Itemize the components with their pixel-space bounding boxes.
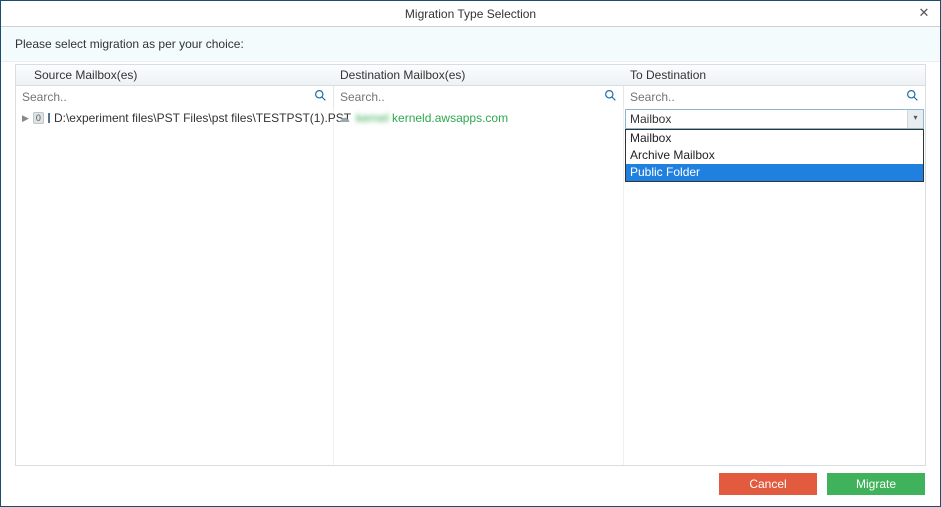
- item-count-badge: 0: [33, 112, 44, 124]
- search-icon[interactable]: [604, 89, 617, 105]
- window-title: Migration Type Selection: [405, 7, 536, 21]
- source-tree: ▶ 0 D:\experiment files\PST Files\pst fi…: [16, 108, 334, 465]
- close-icon: ✕: [919, 5, 930, 20]
- expand-icon[interactable]: ▶: [22, 113, 29, 124]
- search-icon[interactable]: [314, 89, 327, 105]
- chevron-down-icon: ▾: [913, 113, 917, 122]
- destination-domain-text: kerneld.awsapps.com: [392, 111, 508, 125]
- content-row: ▶ 0 D:\experiment files\PST Files\pst fi…: [15, 108, 926, 466]
- migrate-button[interactable]: Migrate: [827, 473, 925, 495]
- combobox-dropdown-button[interactable]: ▾: [907, 110, 923, 128]
- cancel-button[interactable]: Cancel: [719, 473, 817, 495]
- combobox-selected-value: Mailbox: [626, 112, 907, 126]
- to-destination-cell: Mailbox ▾ Mailbox Archive Mailbox Public…: [624, 108, 925, 465]
- combobox-dropdown-list: Mailbox Archive Mailbox Public Folder: [625, 129, 924, 182]
- search-row: [15, 86, 926, 108]
- dropdown-option-archive-mailbox[interactable]: Archive Mailbox: [626, 147, 923, 164]
- search-input-to-destination[interactable]: [624, 88, 925, 106]
- dropdown-option-public-folder[interactable]: Public Folder: [626, 164, 923, 181]
- to-destination-combobox[interactable]: Mailbox ▾: [625, 109, 924, 129]
- footer-buttons: Cancel Migrate: [719, 473, 925, 495]
- main-panel: Source Mailbox(es) Destination Mailbox(e…: [1, 62, 940, 466]
- search-cell-destination: [334, 86, 624, 108]
- prompt-text: Please select migration as per your choi…: [1, 27, 940, 62]
- column-header-destination: Destination Mailbox(es): [334, 68, 624, 82]
- search-cell-source: [16, 86, 334, 108]
- destination-list: ☁ kernel kerneld.awsapps.com: [334, 108, 624, 465]
- column-header-to-destination: To Destination: [624, 68, 925, 82]
- cloud-icon: ☁: [338, 111, 350, 125]
- source-tree-item[interactable]: ▶ 0 D:\experiment files\PST Files\pst fi…: [16, 108, 333, 128]
- dropdown-option-mailbox[interactable]: Mailbox: [626, 130, 923, 147]
- column-header-source: Source Mailbox(es): [16, 68, 334, 82]
- search-cell-to-destination: [624, 86, 925, 108]
- search-input-source[interactable]: [16, 88, 333, 106]
- destination-item[interactable]: ☁ kernel kerneld.awsapps.com: [334, 108, 623, 128]
- destination-blurred-text: kernel: [356, 111, 392, 125]
- pst-file-icon: [48, 113, 50, 123]
- search-icon[interactable]: [906, 89, 919, 105]
- titlebar: Migration Type Selection ✕: [1, 1, 940, 27]
- source-path-text: D:\experiment files\PST Files\pst files\…: [54, 111, 351, 125]
- columns-header: Source Mailbox(es) Destination Mailbox(e…: [15, 64, 926, 86]
- close-button[interactable]: ✕: [914, 5, 934, 23]
- search-input-destination[interactable]: [334, 88, 623, 106]
